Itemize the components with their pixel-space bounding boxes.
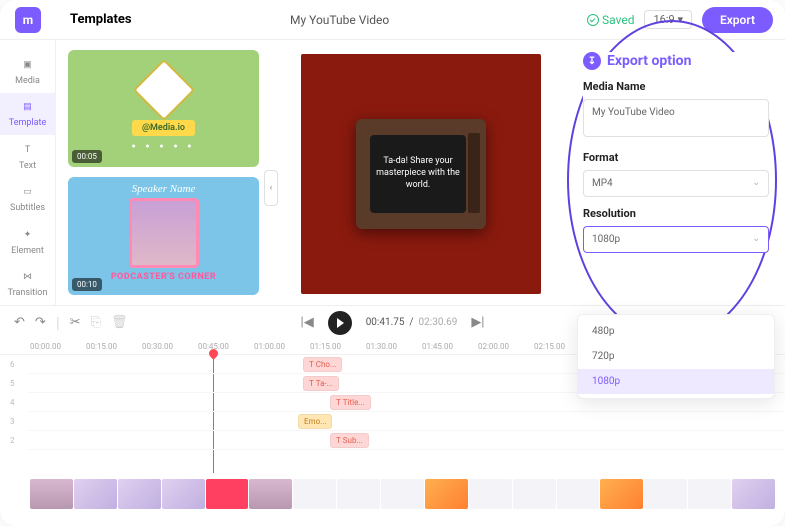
timeline-clip[interactable]: T Sub... (330, 433, 369, 448)
undo-button[interactable]: ↶ (14, 315, 25, 330)
export-panel-title: ↧ Export option (583, 52, 769, 70)
app-logo[interactable]: m (15, 7, 41, 33)
duration-badge: 00:05 (72, 150, 102, 163)
check-icon (587, 14, 599, 26)
copy-button[interactable]: ⎘ (91, 315, 101, 330)
chevron-down-icon: ▾ (677, 13, 683, 26)
sidebar-item-element[interactable]: ✦Element (0, 220, 56, 263)
chevron-down-icon: ⌄ (752, 178, 760, 188)
aspect-ratio-select[interactable]: 16:9 ▾ (644, 10, 691, 29)
skip-end-button[interactable]: ▶| (471, 315, 484, 330)
media-name-label: Media Name (583, 80, 769, 93)
export-icon: ↧ (583, 52, 601, 70)
play-button[interactable] (328, 311, 352, 335)
timeline-clip[interactable]: T Ta-... (303, 376, 339, 391)
template-card[interactable]: @Media.io ● ● ● ● ● 00:05 (68, 50, 259, 167)
video-preview[interactable]: Ta-da! Share your masterpiece with the w… (301, 54, 541, 294)
sidebar-item-template[interactable]: ▤Template (0, 93, 56, 136)
resolution-label: Resolution (583, 207, 769, 220)
resolution-option[interactable]: 720p (578, 344, 774, 369)
sidebar-item-media[interactable]: ▣Media (0, 50, 56, 93)
timeline-clip[interactable]: Emo... (298, 414, 332, 429)
thumbnail-strip[interactable] (30, 479, 775, 509)
timeline-track[interactable]: 2T Sub... (28, 431, 785, 450)
project-name[interactable]: My YouTube Video (290, 13, 389, 27)
chevron-down-icon: ⌄ (752, 234, 760, 244)
sidebar-item-transition[interactable]: ⋈Transition (0, 263, 56, 306)
delete-button[interactable]: 🗑 (111, 315, 128, 330)
resolution-select[interactable]: 1080p⌄ (583, 226, 769, 253)
caption-text: Ta-da! Share your masterpiece with the w… (376, 156, 460, 191)
duration-badge: 00:10 (72, 278, 102, 291)
skip-start-button[interactable]: |◀ (301, 315, 314, 330)
time-display: 00:41.75 / 02:30.69 (366, 317, 458, 328)
timeline-clip[interactable]: T Cho... (303, 357, 342, 372)
collapse-panel-button[interactable]: ‹ (264, 170, 278, 206)
media-icon: ▣ (19, 57, 37, 73)
format-label: Format (583, 151, 769, 164)
timeline-clip[interactable]: T Title... (330, 395, 371, 410)
save-status: Saved (587, 13, 634, 27)
template-icon: ▤ (19, 99, 37, 115)
format-select[interactable]: MP4⌄ (583, 170, 769, 197)
timeline-track[interactable]: 3Emo... (28, 412, 785, 431)
template-card[interactable]: Speaker Name PODCASTER'S CORNER 00:10 (68, 177, 259, 295)
resolution-option[interactable]: 480p (578, 319, 774, 344)
redo-button[interactable]: ↷ (35, 315, 46, 330)
sidebar-item-subtitles[interactable]: ▭Subtitles (0, 178, 56, 221)
sidebar-item-text[interactable]: TText (0, 135, 56, 178)
resolution-dropdown: 480p720p1080p (577, 314, 775, 399)
export-button[interactable]: Export (702, 7, 773, 33)
panel-title: Templates (56, 12, 132, 27)
resolution-option[interactable]: 1080p (578, 369, 774, 394)
text-icon: T (19, 142, 37, 158)
cut-button[interactable]: ✂ (70, 315, 81, 330)
media-name-input[interactable] (583, 99, 769, 137)
subtitles-icon: ▭ (19, 184, 37, 200)
transition-icon: ⋈ (19, 269, 37, 285)
element-icon: ✦ (19, 227, 37, 243)
